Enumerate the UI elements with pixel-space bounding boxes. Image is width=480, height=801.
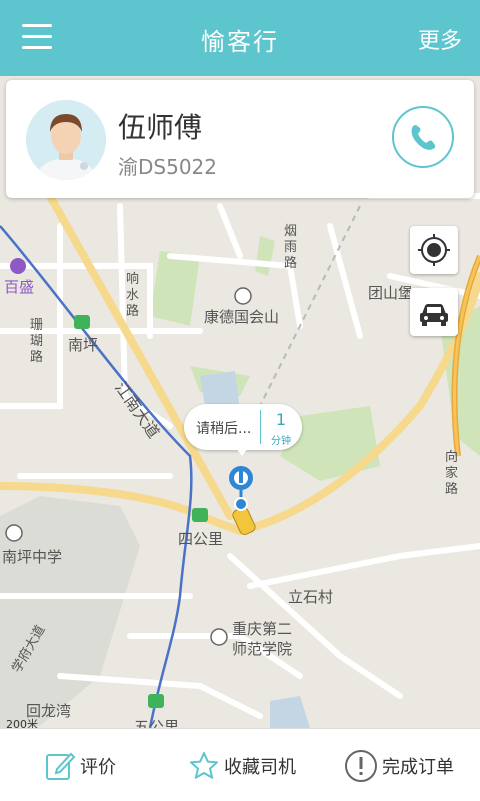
- taxi-icon: [420, 304, 448, 326]
- driver-card: 伍师傅 渝DS5022: [6, 80, 474, 198]
- complete-order-button[interactable]: 完成订单: [344, 749, 454, 783]
- edit-icon: [46, 752, 76, 780]
- eta-unit: 分钟: [271, 436, 291, 447]
- rate-button[interactable]: 评价: [44, 749, 116, 783]
- locate-button[interactable]: [410, 226, 458, 274]
- map-label-tuanshan: 团山堡: [368, 284, 414, 302]
- avatar-icon: [26, 100, 106, 180]
- driver-plate: 渝DS5022: [118, 155, 217, 179]
- top-bar: 愉客行 更多: [0, 0, 480, 76]
- map-label-wugongli: 五公里: [134, 718, 180, 728]
- call-driver-button[interactable]: [392, 106, 454, 168]
- eta-minutes: 1: [275, 410, 287, 429]
- more-button[interactable]: 更多: [418, 23, 462, 55]
- alert-icon: [345, 750, 377, 782]
- locate-icon: [418, 234, 450, 266]
- map-label-yanyu-road: 烟雨路: [284, 224, 298, 271]
- favorite-label: 收藏司机: [224, 757, 296, 778]
- map-label-kangde: 康德国会山: [204, 308, 280, 326]
- eta-bubble-tail: [236, 448, 248, 456]
- map-scale: 200米: [6, 718, 38, 728]
- map-label-sigongli: 四公里: [178, 530, 224, 548]
- rate-label: 评价: [80, 757, 116, 778]
- driver-name: 伍师傅: [118, 111, 203, 144]
- map-label-chongqing-normal: 重庆第二师范学院: [232, 620, 293, 658]
- map-label-nanping-middle: 南坪中学: [2, 548, 63, 566]
- bottom-action-bar: 评价 收藏司机 完成订单: [0, 728, 480, 801]
- complete-label: 完成订单: [382, 757, 454, 778]
- pickup-pin: [229, 466, 253, 511]
- favorite-driver-button[interactable]: 收藏司机: [188, 749, 296, 783]
- eta-text: 请稍后...: [196, 421, 252, 437]
- map-label-lishicun: 立石村: [288, 588, 334, 606]
- map-label-nanping: 南坪: [68, 336, 99, 354]
- driver-avatar: [26, 100, 106, 180]
- page-title: 愉客行: [201, 28, 279, 56]
- taxi-button[interactable]: [410, 288, 458, 336]
- map-label-shanhu-road: 珊瑚路: [30, 318, 44, 365]
- map-label-xiangjia-road: 向家路: [445, 450, 459, 497]
- map-label-baisheng: 百盛: [4, 278, 35, 296]
- map-label-xushui-road: 响水路: [126, 272, 140, 319]
- eta-bubble: 请稍后... 1 分钟: [184, 404, 302, 456]
- phone-icon: [411, 125, 436, 150]
- star-icon: [190, 752, 218, 779]
